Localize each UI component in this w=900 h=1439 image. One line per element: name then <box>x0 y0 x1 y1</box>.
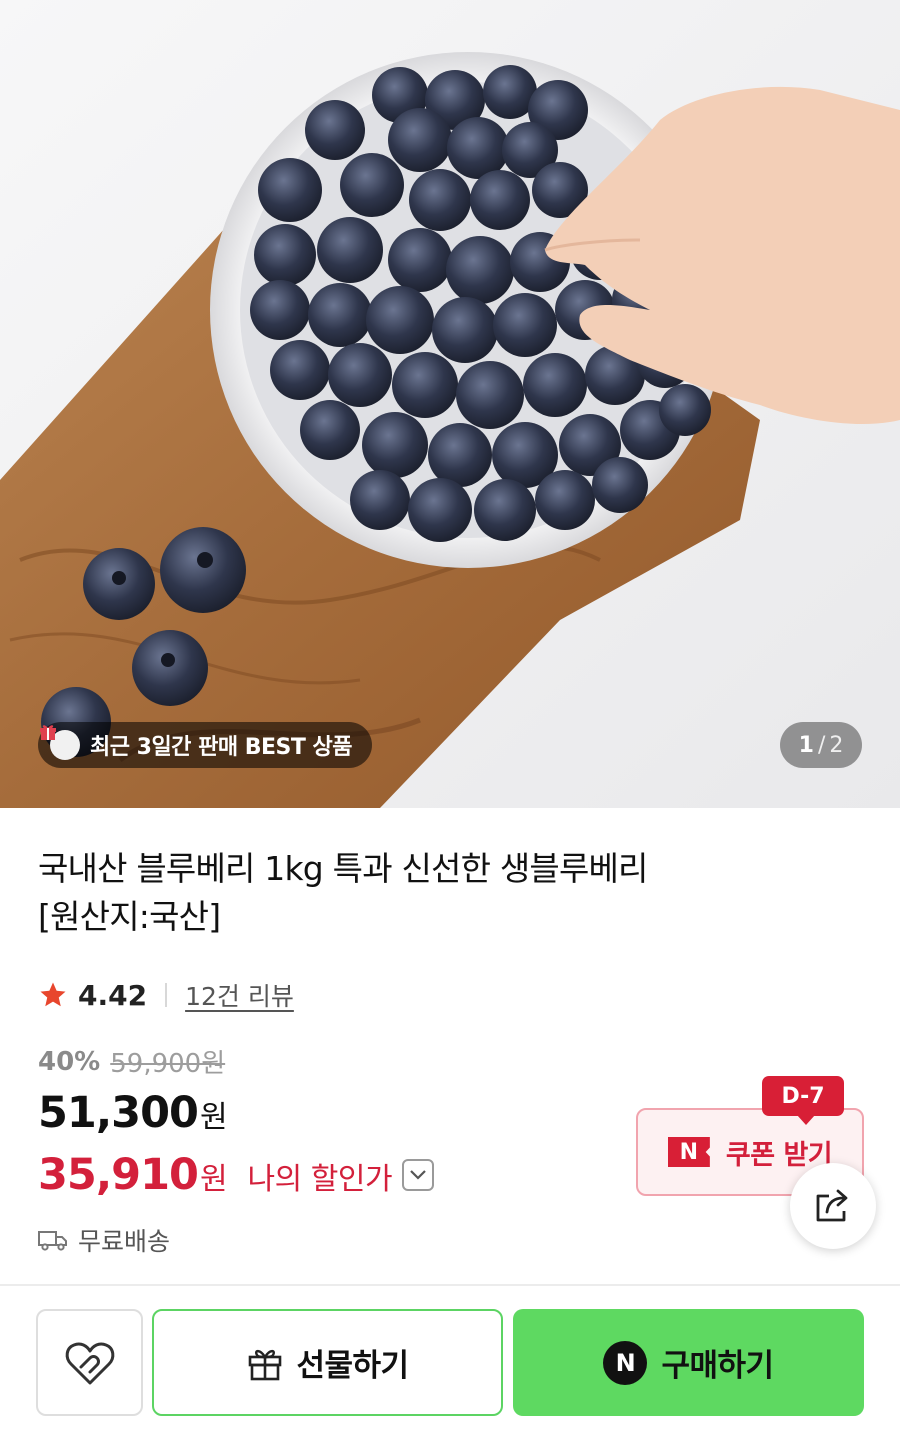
product-image-carousel[interactable]: 최근 3일간 판매 BEST 상품 1 / 2 <box>0 0 900 808</box>
coupon-dday-badge: D-7 <box>762 1076 844 1125</box>
buy-button[interactable]: N 구매하기 <box>513 1309 864 1416</box>
rating-row: 4.42 12건 리뷰 <box>38 975 294 1015</box>
heart-icon <box>65 1341 114 1384</box>
product-title-line2: [원산지:국산] <box>38 897 221 936</box>
product-photo <box>0 0 900 808</box>
discount-row: 40% 59,900원 <box>38 1043 225 1080</box>
my-discount-price: 35,910 <box>38 1150 199 1200</box>
share-button[interactable] <box>790 1163 876 1249</box>
sale-price-currency: 원 <box>199 1100 228 1135</box>
truck-icon <box>38 1231 67 1251</box>
best-seller-badge-text: 최근 3일간 판매 BEST 상품 <box>90 735 353 760</box>
sale-price-row: 51,300 원 <box>38 1088 228 1138</box>
buy-button-label: 구매하기 <box>661 1348 774 1384</box>
sale-price: 51,300 <box>38 1088 199 1138</box>
bottom-bar-divider <box>0 1284 900 1286</box>
image-page-current: 1 <box>798 732 814 758</box>
naver-n-icon: N <box>603 1340 648 1385</box>
product-title: 국내산 블루베리 1kg 특과 신선한 생블루베리 [원산지:국산] <box>38 845 838 941</box>
image-page-counter: 1 / 2 <box>780 722 862 768</box>
star-icon <box>40 982 66 1007</box>
discount-percent: 40% <box>38 1046 101 1077</box>
gift-icon <box>40 725 80 760</box>
image-page-total: 2 <box>829 732 844 758</box>
my-price-currency: 원 <box>199 1162 228 1197</box>
product-title-line1: 국내산 블루베리 1kg 특과 신선한 생블루베리 <box>38 849 648 888</box>
chevron-down-icon[interactable] <box>402 1159 435 1191</box>
shipping-text: 무료배송 <box>78 1227 171 1256</box>
gift-box-icon <box>249 1349 282 1380</box>
rating-divider <box>165 983 168 1007</box>
review-count-link[interactable]: 12건 리뷰 <box>185 977 294 1013</box>
naver-n-icon: N <box>667 1137 710 1167</box>
image-page-separator: / <box>817 732 826 758</box>
gift-button[interactable]: 선물하기 <box>152 1309 503 1416</box>
rating-score: 4.42 <box>78 978 148 1012</box>
wishlist-button[interactable] <box>36 1309 143 1416</box>
original-price: 59,900원 <box>110 1049 226 1079</box>
gift-button-label: 선물하기 <box>296 1348 409 1384</box>
share-icon <box>816 1189 848 1222</box>
best-seller-badge: 최근 3일간 판매 BEST 상품 <box>38 722 373 768</box>
my-price-row[interactable]: 35,910 원 나의 할인가 <box>38 1150 435 1200</box>
shipping-row: 무료배송 <box>38 1222 170 1258</box>
my-price-label: 나의 할인가 <box>247 1162 393 1197</box>
